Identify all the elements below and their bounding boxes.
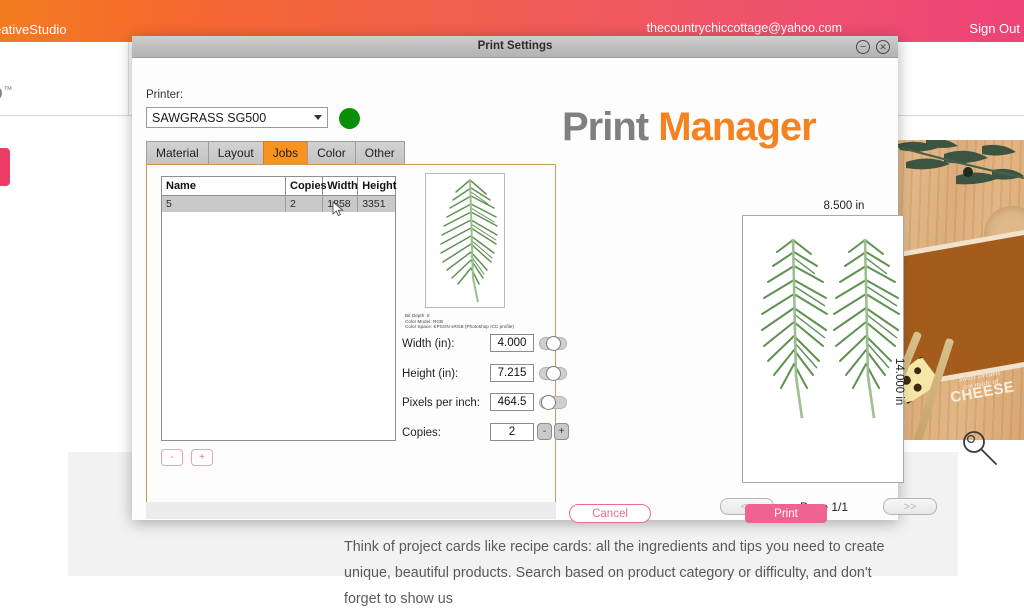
mouse-cursor-icon xyxy=(332,201,345,217)
width-lock-toggle[interactable] xyxy=(539,337,567,350)
trademark-mark: ™ xyxy=(3,85,13,95)
table-row[interactable]: 5 2 1858 3351 xyxy=(162,196,395,213)
jobs-table-container[interactable]: Name Copies Width Height 5 2 1858 3351 xyxy=(161,176,396,441)
jobs-panel: Name Copies Width Height 5 2 1858 3351 xyxy=(146,164,556,514)
dialog-body: Printer: SAWGRASS SG500 Print Manager Ma… xyxy=(132,58,898,520)
logo-word-manager: Manager xyxy=(658,105,816,149)
copies-decrement-button[interactable]: - xyxy=(537,423,552,440)
cancel-button[interactable]: Cancel xyxy=(569,504,651,523)
table-header-row: Name Copies Width Height xyxy=(162,177,395,196)
column-header-height[interactable]: Height xyxy=(358,177,395,196)
ppi-lock-toggle[interactable] xyxy=(539,396,567,409)
width-input[interactable]: 4.000 xyxy=(490,334,534,352)
tab-jobs[interactable]: Jobs xyxy=(263,141,307,165)
printer-status-indicator xyxy=(339,108,360,129)
sign-out-link[interactable]: Sign Out xyxy=(969,21,1020,36)
tab-material[interactable]: Material xyxy=(146,141,208,165)
dialog-title-bar[interactable]: Print Settings – ✕ xyxy=(132,36,898,58)
height-label: Height (in): xyxy=(402,368,458,380)
close-icon[interactable]: ✕ xyxy=(876,40,890,54)
hero-photo-card: Sweet Dreams are made of CHEESE xyxy=(894,140,1024,440)
job-thumbnail xyxy=(425,173,505,308)
printer-selected-value: SAWGRASS SG500 xyxy=(152,111,266,125)
toggle-knob xyxy=(546,336,561,351)
print-manager-logo: Print Manager xyxy=(562,105,816,150)
print-settings-dialog: Print Settings – ✕ Printer: SAWGRASS SG5… xyxy=(132,36,898,520)
page-body-paragraph: Think of project cards like recipe cards… xyxy=(344,534,904,612)
height-input[interactable]: 7.215 xyxy=(490,364,534,382)
settings-tab-bar: Material Layout Jobs Color Other xyxy=(146,141,405,165)
column-header-width[interactable]: Width xyxy=(323,177,358,196)
next-page-button[interactable]: >> xyxy=(883,498,937,515)
tab-color[interactable]: Color xyxy=(307,141,355,165)
account-email-label: thecountrychiccottage@yahoo.com xyxy=(647,21,842,35)
printer-label: Printer: xyxy=(146,89,183,101)
remove-job-button[interactable]: - xyxy=(161,449,183,466)
column-header-copies[interactable]: Copies xyxy=(286,177,323,196)
site-brand-label: eativeStudio xyxy=(0,22,67,37)
subnav-divider xyxy=(128,42,129,116)
copies-increment-button[interactable]: + xyxy=(554,423,569,440)
tab-other[interactable]: Other xyxy=(355,141,405,165)
jobs-table-head: Name Copies Width Height xyxy=(162,177,395,196)
toggle-knob xyxy=(546,366,561,381)
height-lock-toggle[interactable] xyxy=(539,367,567,380)
add-job-button[interactable]: + xyxy=(191,449,213,466)
job-list-actions: - + xyxy=(161,449,213,466)
image-metadata: Bit Depth: 8 Color Model: RGB Color Spac… xyxy=(405,313,560,330)
meta-color-space: Color Space: EPSON sRGB (Photoshop ICC p… xyxy=(405,324,560,330)
palm-leaf-thumbnail-icon xyxy=(426,174,505,308)
side-tab-handle[interactable] xyxy=(0,148,10,186)
copies-input[interactable]: 2 xyxy=(490,423,534,441)
copies-label: Copies: xyxy=(402,427,441,439)
logo-word-print: Print xyxy=(562,105,648,149)
minimize-icon[interactable]: – xyxy=(856,40,870,54)
jobs-table-body: 5 2 1858 3351 xyxy=(162,196,395,213)
cell-copies: 2 xyxy=(286,196,323,213)
cell-name: 5 xyxy=(162,196,286,213)
column-header-name[interactable]: Name xyxy=(162,177,286,196)
chevron-down-icon xyxy=(314,115,322,120)
cell-height: 3351 xyxy=(358,196,395,213)
page-width-label: 8.500 in xyxy=(744,200,944,212)
ppi-label: Pixels per inch: xyxy=(402,397,480,409)
print-button[interactable]: Print xyxy=(745,504,827,523)
tab-layout[interactable]: Layout xyxy=(208,141,263,165)
printer-select[interactable]: SAWGRASS SG500 xyxy=(146,107,328,128)
preview-leaves-graphic xyxy=(743,216,904,483)
site-logo-fragment: O™ xyxy=(0,84,13,106)
dialog-title: Print Settings xyxy=(132,40,898,52)
toggle-knob xyxy=(541,395,556,410)
page-height-label: 14.000 in xyxy=(893,358,905,405)
jobs-table: Name Copies Width Height 5 2 1858 3351 xyxy=(162,177,395,212)
progress-bar xyxy=(146,502,556,519)
ppi-input[interactable]: 464.5 xyxy=(490,393,534,411)
print-preview-page[interactable] xyxy=(742,215,904,483)
magnifier-icon[interactable] xyxy=(958,426,1002,470)
width-label: Width (in): xyxy=(402,338,454,350)
